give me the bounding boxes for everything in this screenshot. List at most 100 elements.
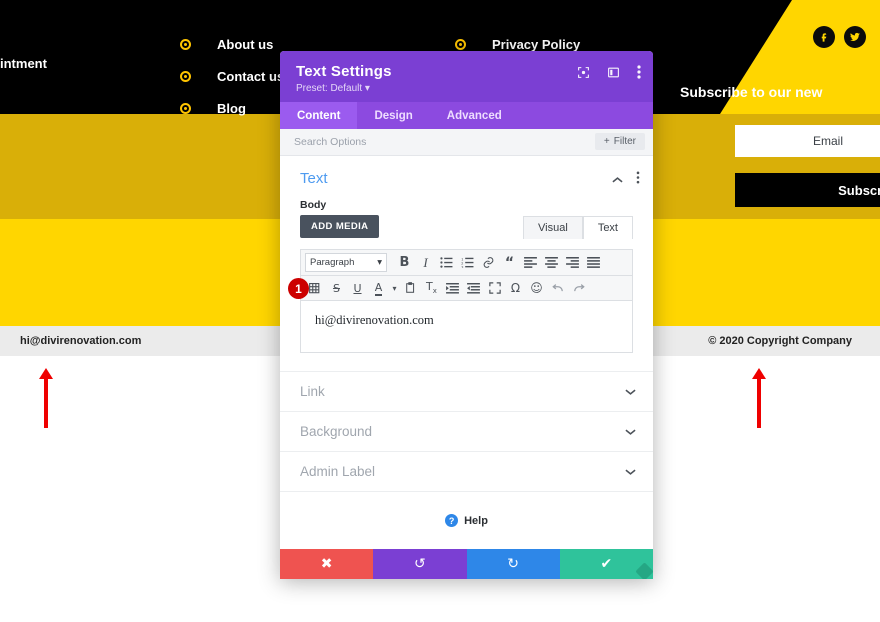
nav-label: Contact us	[217, 68, 285, 84]
modal-tabs: Content Design Advanced	[280, 102, 653, 129]
social-links	[813, 26, 866, 48]
chevron-down-icon	[625, 465, 636, 479]
body-content-textarea[interactable]: hi@divirenovation.com	[300, 301, 633, 353]
editor-toolbar-row-2: S U A ▾ Tx Ω ☺	[300, 276, 633, 301]
editor-toolbar-row-1: Paragraph ▾ B I 1 2 3 “	[300, 249, 633, 276]
chevron-down-icon[interactable]: ▾	[389, 279, 400, 297]
tab-visual[interactable]: Visual	[523, 216, 583, 239]
nav-label: Blog	[217, 100, 246, 116]
indent-icon[interactable]	[463, 279, 484, 297]
svg-text:3: 3	[461, 265, 464, 268]
email-placeholder: Email	[812, 134, 843, 148]
section-title: Text	[300, 170, 328, 187]
more-vertical-icon[interactable]	[636, 171, 640, 189]
help-link[interactable]: ? Help	[280, 491, 653, 527]
filter-label: Filter	[613, 136, 636, 147]
nav-item-about-us[interactable]: About us	[180, 28, 284, 60]
align-right-icon[interactable]	[562, 254, 583, 272]
tab-text[interactable]: Text	[582, 216, 633, 239]
cancel-button[interactable]: ✖	[280, 549, 374, 579]
plus-icon: +	[603, 136, 610, 147]
section-controls	[612, 171, 640, 189]
modal-header: Text Settings Preset: Default ▾	[280, 51, 653, 102]
accordion-label: Background	[300, 424, 373, 439]
modal-header-actions	[577, 65, 641, 79]
align-justify-icon[interactable]	[583, 254, 604, 272]
special-character-icon[interactable]: Ω	[505, 279, 526, 297]
undo-icon[interactable]	[547, 279, 568, 297]
search-options-row[interactable]: Search Options + Filter	[280, 129, 653, 156]
email-input[interactable]: Email	[735, 125, 880, 157]
strikethrough-icon[interactable]: S	[326, 279, 347, 297]
nav-left-fragment: intment	[0, 56, 47, 71]
modal-action-bar: ✖ ↺ ↻ ✔	[280, 549, 653, 579]
accordion-background[interactable]: Background	[280, 411, 653, 451]
undo-button[interactable]: ↺	[373, 549, 467, 579]
clear-formatting-icon[interactable]: Tx	[421, 279, 442, 297]
accordion-admin-label[interactable]: Admin Label	[280, 451, 653, 491]
bullet-list-icon[interactable]	[436, 254, 457, 272]
nav-label: Privacy Policy	[492, 36, 581, 52]
bullet-icon	[455, 38, 466, 50]
nav-item-contact-us[interactable]: Contact us	[180, 60, 284, 92]
blockquote-icon[interactable]: “	[499, 254, 520, 272]
footer-copyright-text: © 2020 Copyright Company	[708, 335, 852, 347]
resize-handle[interactable]	[635, 562, 653, 579]
nav-label: About us	[217, 36, 274, 52]
redo-icon[interactable]	[568, 279, 589, 297]
subscribe-button[interactable]: Subscribe	[735, 173, 880, 207]
chevron-down-icon	[625, 385, 636, 399]
save-check-icon: ✔	[600, 556, 613, 572]
chevron-down-icon: ▾	[377, 257, 382, 268]
modal-body: Text Body ADD MEDIA Visual Text Paragrap…	[280, 156, 653, 549]
search-input-placeholder: Search Options	[294, 136, 367, 148]
arrow-shaft	[757, 376, 761, 428]
accordion-link[interactable]: Link	[280, 371, 653, 411]
focus-icon[interactable]	[577, 66, 590, 79]
align-center-icon[interactable]	[541, 254, 562, 272]
italic-icon[interactable]: I	[415, 254, 436, 272]
footer-nav-column-1: About us Contact us Blog	[180, 28, 284, 124]
editor-mode-tabs: Visual Text	[523, 216, 633, 239]
fullscreen-icon[interactable]	[484, 279, 505, 297]
layout-columns-icon[interactable]	[607, 66, 620, 79]
text-color-icon[interactable]: A	[368, 279, 389, 297]
preset-selector[interactable]: Preset: Default ▾	[296, 83, 637, 94]
nav-item-blog[interactable]: Blog	[180, 92, 284, 124]
accordion-label: Admin Label	[300, 464, 376, 479]
body-editor: ADD MEDIA Visual Text Paragraph ▾ B I 1 …	[280, 215, 653, 353]
paragraph-format-select[interactable]: Paragraph ▾	[305, 253, 387, 272]
numbered-list-icon[interactable]: 1 2 3	[457, 254, 478, 272]
outdent-icon[interactable]	[442, 279, 463, 297]
annotation-badge-1: 1	[288, 278, 309, 299]
twitter-icon[interactable]	[844, 26, 866, 48]
bullet-icon	[180, 70, 191, 82]
paste-as-text-icon[interactable]	[400, 279, 421, 297]
tab-design[interactable]: Design	[357, 102, 429, 129]
add-media-button[interactable]: ADD MEDIA	[300, 215, 380, 238]
align-left-icon[interactable]	[520, 254, 541, 272]
underline-icon[interactable]: U	[347, 279, 368, 297]
bold-icon[interactable]: B	[394, 254, 415, 272]
subscribe-heading: Subscribe to our new	[680, 84, 823, 100]
filter-button[interactable]: + Filter	[594, 133, 645, 150]
subscribe-button-label: Subscribe	[838, 182, 880, 198]
link-icon[interactable]	[478, 254, 499, 272]
paragraph-format-value: Paragraph	[310, 257, 355, 268]
help-icon: ?	[445, 514, 459, 527]
facebook-icon[interactable]	[813, 26, 835, 48]
body-field-label: Body	[300, 199, 327, 211]
chevron-up-icon[interactable]	[612, 171, 623, 189]
redo-button[interactable]: ↻	[466, 549, 560, 579]
tab-advanced[interactable]: Advanced	[430, 102, 519, 129]
emoji-icon[interactable]: ☺	[526, 279, 547, 297]
more-vertical-icon[interactable]	[637, 65, 641, 79]
arrow-shaft	[44, 376, 48, 428]
bullet-icon	[180, 102, 191, 114]
text-section-header: Text	[280, 156, 653, 193]
chevron-down-icon	[625, 425, 636, 439]
screenshot-root: intment About us Contact us Blog Privacy…	[0, 0, 880, 622]
tab-content[interactable]: Content	[280, 102, 358, 129]
save-button[interactable]: ✔	[559, 549, 653, 579]
bullet-icon	[180, 38, 191, 50]
